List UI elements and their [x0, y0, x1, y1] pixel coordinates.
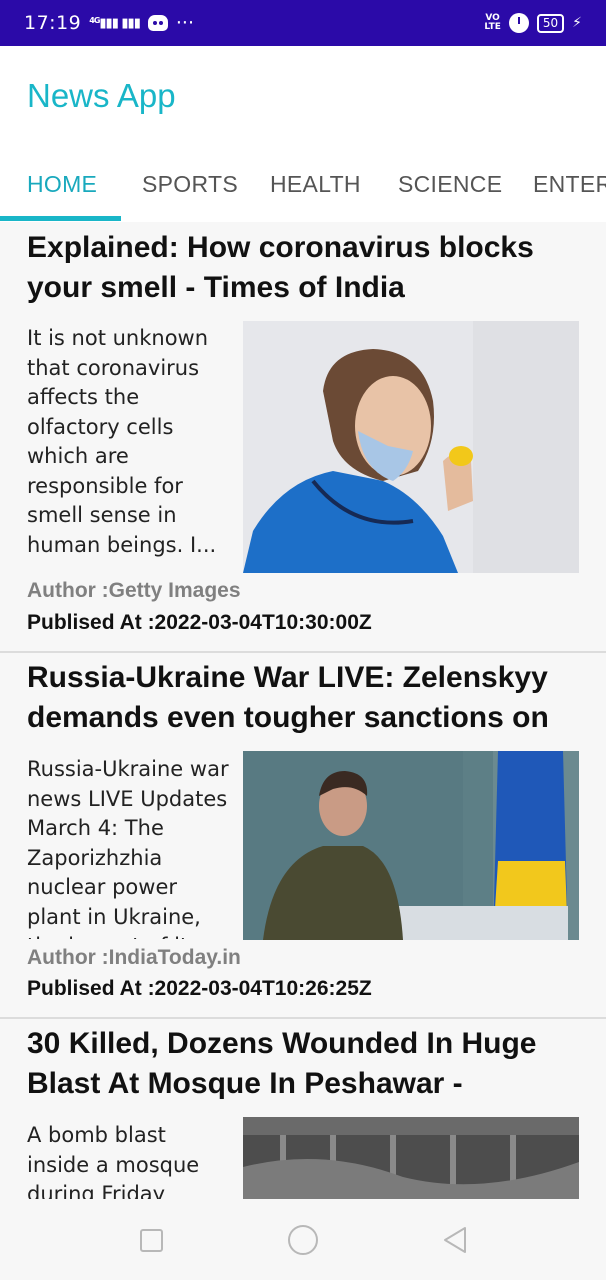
- active-tab-indicator: [0, 216, 121, 221]
- category-tabs: HOME SPORTS HEALTH SCIENCE ENTERTAINMENT: [0, 148, 606, 222]
- back-button[interactable]: [441, 1226, 469, 1254]
- article-published-date: Publised At :2022-03-04T10:30:00Z: [27, 611, 372, 634]
- charging-icon: ⚡: [572, 15, 582, 31]
- article-author: Author :Getty Images: [27, 579, 241, 602]
- article-card[interactable]: Russia-Ukraine War LIVE: Zelenskyy deman…: [0, 653, 606, 1019]
- tab-sports[interactable]: SPORTS: [142, 171, 238, 198]
- article-image[interactable]: [243, 321, 579, 573]
- article-image[interactable]: [243, 1117, 579, 1199]
- status-time: 17:19: [24, 12, 82, 34]
- article-title: 30 Killed, Dozens Wounded In Huge Blast …: [27, 1027, 537, 1100]
- article-published-date: Publised At :2022-03-04T10:26:25Z: [27, 977, 372, 1000]
- discord-icon: [147, 15, 168, 31]
- recents-button[interactable]: [140, 1229, 163, 1252]
- app-title: News App: [27, 77, 176, 114]
- alarm-icon: [508, 13, 529, 33]
- status-bar: 17:19 4G▮▮▮ ▮▮▮ ··· VO LTE 50 ⚡: [0, 0, 606, 46]
- article-title: Explained: How coronavirus blocks your s…: [27, 231, 534, 304]
- volte-icon: VO LTE: [484, 13, 501, 32]
- article-image[interactable]: [243, 751, 579, 940]
- tab-science[interactable]: SCIENCE: [398, 171, 502, 198]
- tab-home[interactable]: HOME: [27, 171, 97, 198]
- tab-entertainment[interactable]: ENTERTAINMENT: [533, 171, 606, 198]
- article-author: Author :IndiaToday.in: [27, 946, 241, 969]
- tab-health[interactable]: HEALTH: [270, 171, 361, 198]
- system-nav-bar: [0, 1199, 606, 1280]
- article-description: Russia-Ukraine war news LIVE Updates Mar…: [27, 757, 229, 939]
- signal-icon: 4G▮▮▮ ▮▮▮: [89, 15, 141, 31]
- home-button[interactable]: [288, 1225, 318, 1255]
- more-icon: ···: [175, 12, 194, 34]
- article-card[interactable]: 30 Killed, Dozens Wounded In Huge Blast …: [0, 1019, 606, 1199]
- article-card[interactable]: Explained: How coronavirus blocks your s…: [0, 222, 606, 652]
- article-title: Russia-Ukraine War LIVE: Zelenskyy deman…: [27, 661, 549, 734]
- article-description: A bomb blast inside a mosque during Frid…: [27, 1123, 200, 1199]
- app-bar: News App: [0, 46, 606, 148]
- battery-icon: 50: [536, 13, 565, 33]
- article-description: It is not unknown that coronavirus affec…: [27, 326, 217, 557]
- news-feed[interactable]: Explained: How coronavirus blocks your s…: [0, 222, 606, 1199]
